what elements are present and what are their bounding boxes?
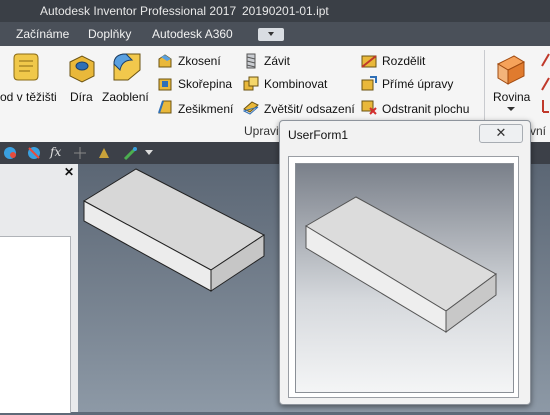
chevron-down-icon[interactable] <box>506 106 516 112</box>
fillet-button[interactable]: Zaoblení <box>102 90 149 104</box>
model-browser-tree[interactable] <box>0 236 71 413</box>
split-button[interactable]: Rozdělit <box>382 54 425 68</box>
hole-icon[interactable] <box>66 52 98 84</box>
modify-group-label: Upravit <box>244 124 283 138</box>
direct-edit-button[interactable]: Přímé úpravy <box>382 77 453 91</box>
title-bar: Autodesk Inventor Professional 2017 2019… <box>0 0 550 22</box>
split-icon <box>361 55 377 68</box>
work-features-group-label: vní k <box>530 124 550 138</box>
appearance-icon[interactable] <box>2 145 18 161</box>
scroll-icon <box>13 53 39 81</box>
shell-icon <box>158 78 172 91</box>
color-override-icon[interactable] <box>122 145 140 161</box>
crosshair-icon[interactable] <box>72 145 88 161</box>
thread-button[interactable]: Závit <box>264 54 290 68</box>
direct-edit-icon <box>361 76 377 91</box>
dialog-title: UserForm1 <box>288 128 349 142</box>
tab-doplnky[interactable]: Doplňky <box>88 27 131 41</box>
image-frame <box>288 156 519 398</box>
clear-appearance-icon[interactable] <box>26 145 42 161</box>
draft-icon <box>158 100 172 114</box>
delete-face-button[interactable]: Odstranit plochu <box>382 102 469 116</box>
shell-button[interactable]: Skořepina <box>178 77 232 91</box>
tab-zaciname[interactable]: Začínáme <box>16 27 69 41</box>
combine-icon <box>243 76 259 91</box>
chamfer-button[interactable]: Zkosení <box>178 54 221 68</box>
axis-icon <box>541 53 550 67</box>
file-name: 20190201-01.ipt <box>242 4 329 18</box>
chamfer-icon <box>158 54 172 68</box>
ucs-icon <box>542 100 549 113</box>
tab-dropdown-button[interactable] <box>258 28 284 41</box>
hole-button[interactable]: Díra <box>70 90 93 104</box>
combine-button[interactable]: Kombinovat <box>264 77 327 91</box>
point-icon <box>541 77 550 91</box>
plane-icon[interactable] <box>494 52 528 86</box>
dialog-close-button[interactable]: ✕ <box>479 124 523 143</box>
chevron-down-icon[interactable] <box>144 149 154 157</box>
thicken-offset-button[interactable]: Zvětšit/ odsazení <box>264 102 355 116</box>
center-of-gravity-button-label[interactable]: od v těžišti <box>0 90 57 104</box>
thread-icon <box>246 53 256 69</box>
delete-face-icon <box>361 100 377 115</box>
menu-tab-bar: Začínáme Doplňky Autodesk A360 <box>0 22 550 46</box>
fillet-icon[interactable] <box>110 50 144 84</box>
draft-button[interactable]: Zešikmení <box>178 102 233 116</box>
formula-icon[interactable]: fx <box>50 145 61 159</box>
plane-button[interactable]: Rovina <box>493 90 530 104</box>
thicken-icon <box>243 101 259 115</box>
part-preview <box>305 196 497 333</box>
measure-icon[interactable] <box>96 145 112 161</box>
userform-dialog: UserForm1 ✕ <box>279 120 531 405</box>
panel-close-icon[interactable]: ✕ <box>64 165 74 179</box>
app-title: Autodesk Inventor Professional 2017 <box>40 4 237 18</box>
preview-image <box>295 163 514 393</box>
tab-a360[interactable]: Autodesk A360 <box>152 27 233 41</box>
triangle-down-icon <box>268 32 274 36</box>
